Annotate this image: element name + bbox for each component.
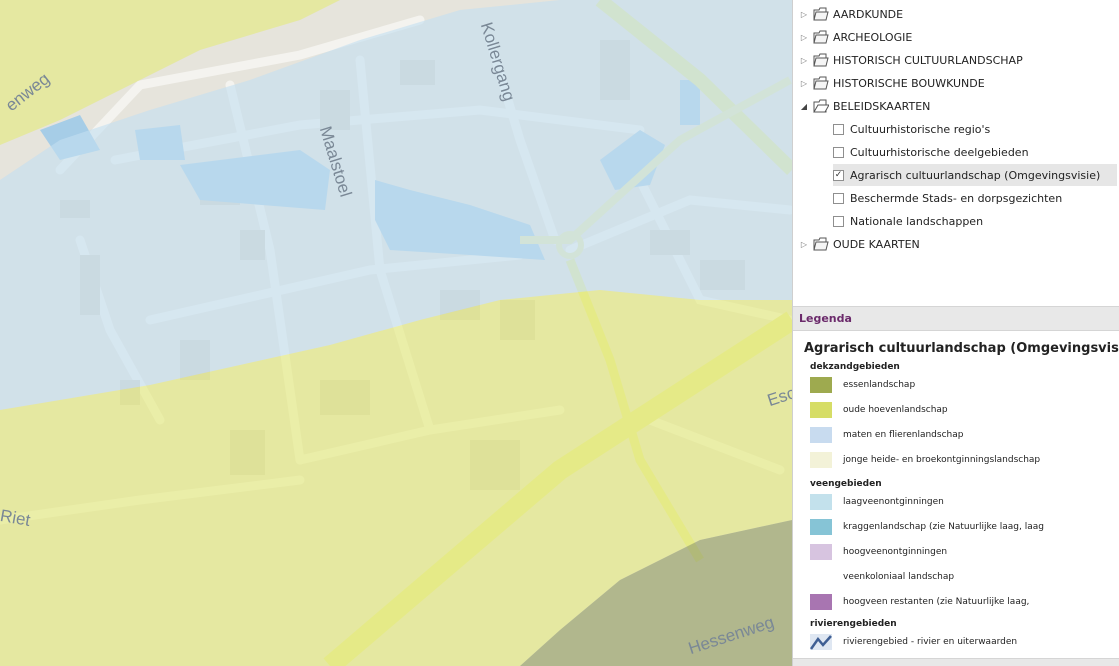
legend-item: essenlandschap — [810, 375, 1050, 395]
collapse-arrow-icon[interactable]: ◢ — [799, 102, 809, 111]
tree-group-label: BELEIDSKAARTEN — [833, 99, 931, 113]
tree-group-beleidskaarten[interactable]: ◢ BELEIDSKAARTEN — [799, 95, 930, 117]
legend-item: oude hoevenlandschap — [810, 400, 1050, 420]
folder-icon — [813, 30, 829, 44]
layer-nationale-landschappen[interactable]: Nationale landschappen — [833, 210, 1117, 232]
folder-icon — [813, 237, 829, 251]
legend-item-label: maten en flierenlandschap — [843, 430, 964, 440]
layer-label: Agrarisch cultuurlandschap (Omgevingsvis… — [850, 168, 1101, 182]
tree-group-label: ARCHEOLOGIE — [833, 30, 913, 44]
river-line-icon — [810, 634, 832, 650]
tree-group-label: AARDKUNDE — [833, 7, 904, 21]
legend-item-label: laagveenontginningen — [843, 497, 944, 507]
tree-group-label: HISTORISCH CULTUURLANDSCHAP — [833, 53, 1023, 67]
legend-body: Agrarisch cultuurlandschap (Omgevingsvis… — [793, 331, 1119, 666]
side-panel: ▷ AARDKUNDE ▷ ARCHEOLOGIE ▷ HISTORISCH C… — [792, 0, 1119, 666]
legend-swatch — [810, 544, 832, 560]
legend-item-label: essenlandschap — [843, 380, 916, 390]
layer-cultuurhistorische-deelgebieden[interactable]: Cultuurhistorische deelgebieden — [833, 141, 1117, 163]
legend-item: laagveenontginningen — [810, 492, 1050, 512]
layer-checkbox[interactable] — [833, 123, 844, 135]
folder-icon — [813, 76, 829, 90]
legend-swatch — [810, 494, 832, 510]
layer-checkbox[interactable] — [833, 146, 844, 158]
legend-swatch — [810, 569, 832, 585]
legend-item: rivierengebied - rivier en uiterwaarden — [810, 632, 1050, 652]
tree-group-label: HISTORISCHE BOUWKUNDE — [833, 76, 985, 90]
expand-arrow-icon[interactable]: ▷ — [799, 56, 809, 65]
legend-item-label: jonge heide- en broekontginningslandscha… — [843, 455, 1041, 465]
tree-group-historische-bouwkunde[interactable]: ▷ HISTORISCHE BOUWKUNDE — [799, 72, 985, 94]
legend-swatch — [810, 519, 832, 535]
legend-item-label: oude hoevenlandschap — [843, 405, 948, 415]
tree-group-oude-kaarten[interactable]: ▷ OUDE KAARTEN — [799, 233, 920, 255]
panel-bottom-strip — [793, 658, 1119, 666]
legend-item-label: kraggenlandschap (zie Natuurlijke laag, … — [843, 522, 1044, 532]
tree-group-label: OUDE KAARTEN — [833, 237, 920, 251]
legend-swatch — [810, 594, 832, 610]
map-view[interactable]: Kollergang Maalstoel Hessenweg enweg Rie… — [0, 0, 792, 666]
layer-cultuurhistorische-regios[interactable]: Cultuurhistorische regio's — [833, 118, 1117, 140]
legend-section-rivierengebieden: rivierengebieden — [810, 619, 897, 629]
tree-group-historisch-cultuurlandschap[interactable]: ▷ HISTORISCH CULTUURLANDSCHAP — [799, 49, 1023, 71]
legend-swatch — [810, 452, 832, 468]
expand-arrow-icon[interactable]: ▷ — [799, 79, 809, 88]
layer-checkbox[interactable] — [833, 215, 844, 227]
expand-arrow-icon[interactable]: ▷ — [799, 10, 809, 19]
layer-label: Beschermde Stads- en dorpsgezichten — [850, 191, 1063, 205]
legend-item-label: rivierengebied - rivier en uiterwaarden — [843, 637, 1018, 647]
legend-item-label: hoogveen restanten (zie Natuurlijke laag… — [843, 597, 1030, 607]
folder-icon — [813, 53, 829, 67]
layer-beschermde-stads-en-dorpsgezichten[interactable]: Beschermde Stads- en dorpsgezichten — [833, 187, 1117, 209]
legend-panel-header[interactable]: Legenda — [793, 306, 1119, 331]
layer-label: Cultuurhistorische deelgebieden — [850, 145, 1029, 159]
legend-item: veenkoloniaal landschap — [810, 567, 1050, 587]
legend-swatch — [810, 377, 832, 393]
legend-item: kraggenlandschap (zie Natuurlijke laag, … — [810, 517, 1050, 537]
expand-arrow-icon[interactable]: ▷ — [799, 240, 809, 249]
legend-item: hoogveen restanten (zie Natuurlijke laag… — [810, 592, 1050, 612]
open-folder-icon — [813, 99, 829, 113]
legend-section-dekzandgebieden: dekzandgebieden — [810, 362, 900, 372]
layer-label: Nationale landschappen — [850, 214, 984, 228]
legend-item-label: veenkoloniaal landschap — [843, 572, 955, 582]
legend-item: hoogveenontginningen — [810, 542, 1050, 562]
legend-title: Agrarisch cultuurlandschap (Omgevingsvis… — [804, 341, 1119, 356]
layer-checkbox[interactable] — [833, 192, 844, 204]
expand-arrow-icon[interactable]: ▷ — [799, 33, 809, 42]
folder-icon — [813, 7, 829, 21]
legend-item: jonge heide- en broekontginningslandscha… — [810, 450, 1050, 470]
tree-group-archeologie[interactable]: ▷ ARCHEOLOGIE — [799, 26, 912, 48]
map-canvas[interactable] — [0, 0, 792, 666]
legend-swatch — [810, 402, 832, 418]
layer-tree: ▷ AARDKUNDE ▷ ARCHEOLOGIE ▷ HISTORISCH C… — [793, 0, 1119, 305]
tree-group-aardkunde[interactable]: ▷ AARDKUNDE — [799, 3, 903, 25]
layer-label: Cultuurhistorische regio's — [850, 122, 991, 136]
layer-checkbox-checked[interactable]: ✓ — [833, 169, 844, 181]
legend-item-label: hoogveenontginningen — [843, 547, 948, 557]
legend-item: maten en flierenlandschap — [810, 425, 1050, 445]
layer-agrarisch-cultuurlandschap[interactable]: ✓ Agrarisch cultuurlandschap (Omgevingsv… — [833, 164, 1117, 186]
legend-swatch — [810, 427, 832, 443]
legend-section-veengebieden: veengebieden — [810, 479, 882, 489]
